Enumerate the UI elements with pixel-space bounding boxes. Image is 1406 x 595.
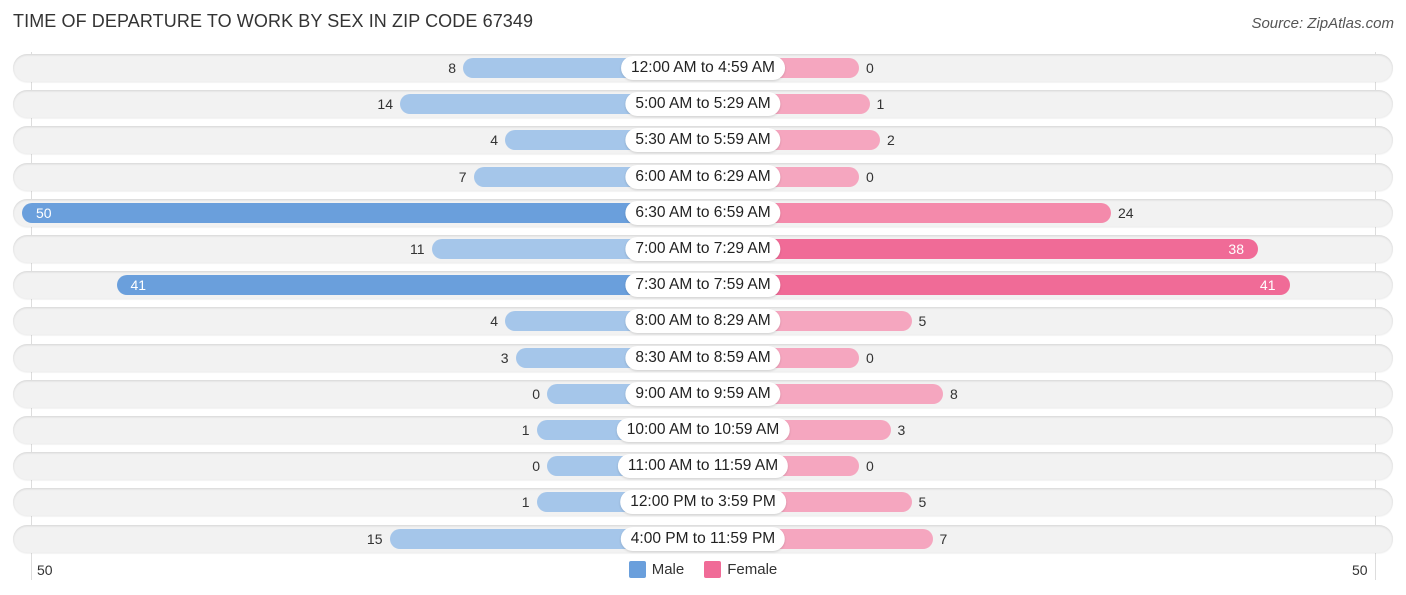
- legend-item-male[interactable]: Male: [628, 561, 685, 578]
- category-label: 5:00 AM to 5:29 AM: [625, 92, 781, 117]
- legend-swatch-male: [628, 561, 646, 578]
- bar-female[interactable]: [703, 239, 1258, 259]
- value-label-male: 11: [409, 241, 425, 257]
- legend-item-female[interactable]: Female: [704, 561, 777, 578]
- value-label-female: 0: [866, 349, 874, 366]
- category-label: 10:00 AM to 10:59 AM: [616, 418, 790, 442]
- category-label: 12:00 PM to 3:59 PM: [620, 490, 786, 515]
- category-label: 6:00 AM to 6:29 AM: [625, 164, 781, 189]
- value-label-male: 1: [521, 422, 530, 438]
- value-label-male: 8: [448, 60, 456, 76]
- value-label-female: 38: [1228, 241, 1244, 257]
- value-label-male: 4: [490, 313, 498, 330]
- legend-label-female: Female: [727, 561, 778, 578]
- value-label-female: 5: [918, 313, 927, 330]
- value-label-male: 7: [458, 168, 467, 185]
- value-label-female: 8: [950, 385, 958, 402]
- value-label-male: 14: [377, 96, 393, 113]
- legend-label-male: Male: [651, 561, 685, 578]
- category-label: 12:00 AM to 4:59 AM: [621, 56, 785, 80]
- value-label-male: 15: [366, 530, 383, 547]
- category-label: 8:30 AM to 8:59 AM: [625, 345, 781, 370]
- category-label: 9:00 AM to 9:59 AM: [625, 381, 781, 406]
- category-label: 11:00 AM to 11:59 AM: [617, 454, 789, 479]
- value-label-female: 1: [876, 96, 885, 113]
- value-label-female: 3: [897, 422, 906, 438]
- category-label: 5:30 AM to 5:59 AM: [625, 128, 781, 153]
- value-label-female: 0: [866, 60, 874, 76]
- legend-swatch-female: [704, 561, 722, 578]
- chart-title: TIME OF DEPARTURE TO WORK BY SEX IN ZIP …: [13, 11, 534, 31]
- bar-male[interactable]: [22, 202, 703, 223]
- value-label-male: 3: [500, 349, 509, 366]
- bar-male[interactable]: [116, 275, 703, 296]
- value-label-female: 2: [887, 132, 895, 149]
- value-label-female: 5: [918, 494, 927, 511]
- value-label-female: 41: [1259, 277, 1276, 294]
- value-label-male: 0: [532, 385, 540, 402]
- value-label-male: 1: [521, 494, 530, 511]
- value-label-male: 4: [490, 132, 498, 149]
- category-label: 4:00 PM to 11:59 PM: [620, 526, 786, 551]
- category-label: 6:30 AM to 6:59 AM: [625, 200, 781, 225]
- value-label-female: 7: [939, 530, 948, 547]
- value-label-male: 50: [36, 204, 52, 221]
- source-label: Source: ZipAtlas.com: [1251, 15, 1394, 32]
- category-label: 7:30 AM to 7:59 AM: [625, 273, 781, 298]
- value-label-male: 0: [532, 458, 540, 475]
- value-label-female: 0: [866, 458, 874, 475]
- value-label-female: 0: [866, 168, 874, 185]
- legend: Male Female: [0, 561, 1406, 578]
- value-label-female: 24: [1118, 204, 1134, 221]
- category-label: 8:00 AM to 8:29 AM: [625, 309, 781, 334]
- bar-female[interactable]: [703, 275, 1290, 296]
- value-label-male: 41: [130, 277, 147, 294]
- category-label: 7:00 AM to 7:29 AM: [625, 237, 781, 261]
